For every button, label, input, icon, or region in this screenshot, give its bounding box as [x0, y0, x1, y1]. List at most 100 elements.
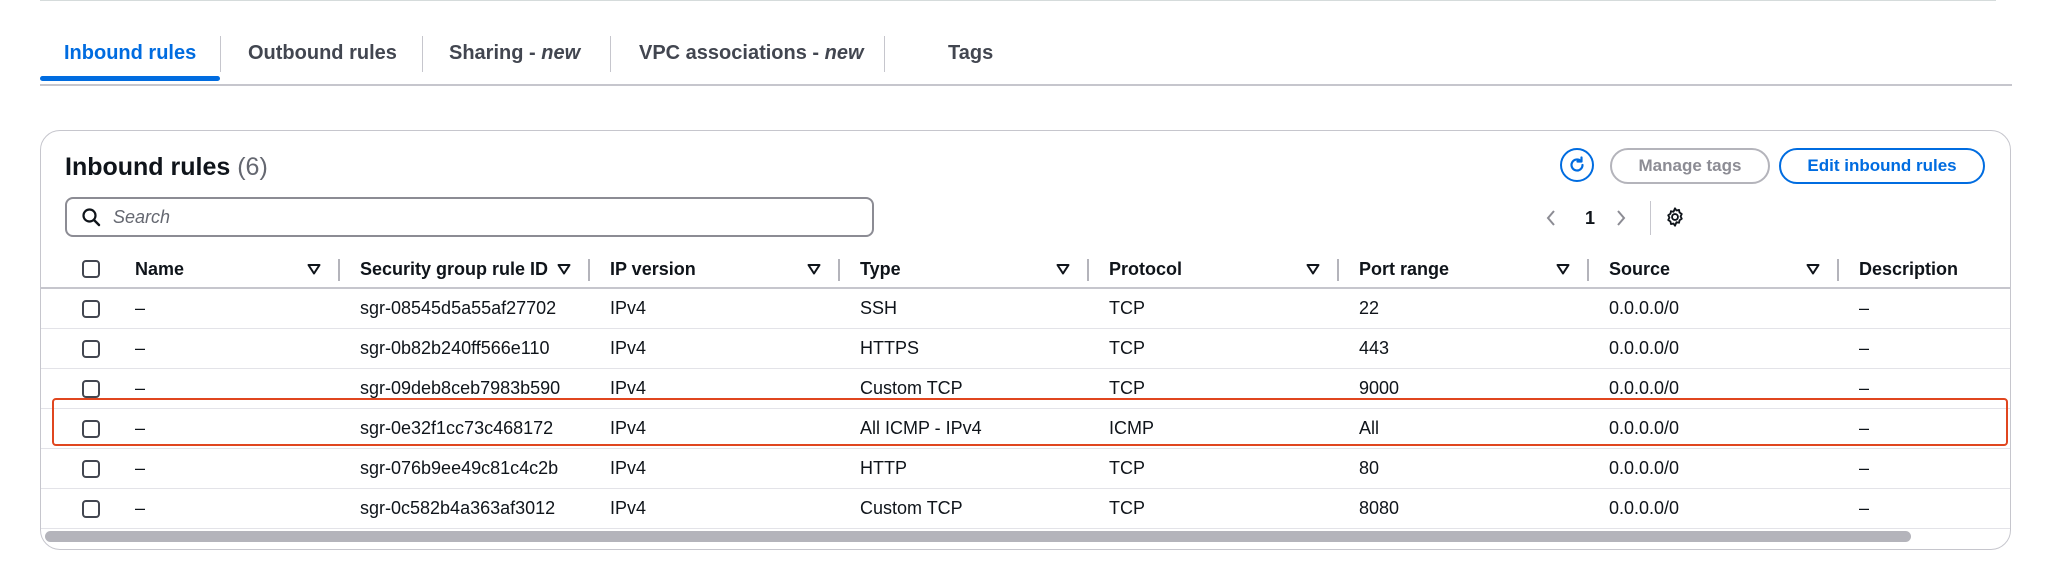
- cell-rule-id: sgr-08545d5a55af27702: [360, 298, 557, 318]
- search-field: [65, 197, 874, 237]
- pager-divider: [1650, 201, 1651, 235]
- table-row[interactable]: – sgr-0b82b240ff566e110 IPv4 HTTPS TCP 4…: [41, 329, 2010, 369]
- cell-port-range: 8080: [1359, 498, 1400, 518]
- column-resizer[interactable]: [1087, 259, 1089, 281]
- new-badge: new: [824, 42, 864, 64]
- row-checkbox[interactable]: [82, 419, 100, 438]
- column-header-source[interactable]: Source: [1609, 251, 1670, 287]
- row-checkbox[interactable]: [82, 339, 100, 358]
- cell-source: 0.0.0.0/0: [1609, 338, 1680, 358]
- table-row[interactable]: – sgr-0c582b4a363af3012 IPv4 Custom TCP …: [41, 489, 2010, 529]
- row-checkbox[interactable]: [82, 459, 100, 478]
- horizontal-scrollbar[interactable]: [45, 531, 1911, 542]
- cell-description: –: [1859, 498, 1870, 518]
- column-header-type[interactable]: Type: [860, 251, 901, 287]
- column-resizer[interactable]: [338, 259, 340, 281]
- tab-outbound-rules[interactable]: Outbound rules: [248, 42, 397, 65]
- tab-divider: [422, 36, 423, 72]
- sort-down-icon[interactable]: [557, 251, 571, 287]
- table-row[interactable]: – sgr-076b9ee49c81c4c2b IPv4 HTTP TCP 80…: [41, 449, 2010, 489]
- column-resizer[interactable]: [1837, 259, 1839, 281]
- cell-source: 0.0.0.0/0: [1609, 498, 1680, 518]
- column-header-name[interactable]: Name: [135, 251, 184, 287]
- refresh-button[interactable]: [1560, 148, 1594, 182]
- cell-ip-version: IPv4: [610, 338, 647, 358]
- column-header-rule-id[interactable]: Security group rule ID: [360, 251, 548, 287]
- cell-protocol: TCP: [1109, 378, 1145, 398]
- tab-bar: Inbound rules Outbound rules Sharing - n…: [40, 28, 2012, 86]
- tab-tags[interactable]: Tags: [948, 42, 993, 65]
- cell-ip-version: IPv4: [610, 418, 647, 438]
- cell-rule-id: sgr-09deb8ceb7983b590: [360, 378, 561, 398]
- tab-vpc-associations[interactable]: VPC associations - new: [639, 42, 864, 65]
- cell-source: 0.0.0.0/0: [1609, 458, 1680, 478]
- cell-type: All ICMP - IPv4: [860, 418, 982, 438]
- rule-count: (6): [237, 153, 268, 181]
- sort-down-icon[interactable]: [1556, 251, 1570, 287]
- cell-ip-version: IPv4: [610, 458, 647, 478]
- cell-description: –: [1859, 418, 1870, 438]
- cell-description: –: [1859, 298, 1870, 318]
- cell-type: SSH: [860, 298, 898, 318]
- manage-tags-button[interactable]: Manage tags: [1610, 148, 1770, 184]
- sort-down-icon[interactable]: [1306, 251, 1320, 287]
- sort-down-icon[interactable]: [807, 251, 821, 287]
- page-number[interactable]: 1: [1582, 203, 1598, 233]
- cell-type: Custom TCP: [860, 498, 963, 518]
- column-resizer[interactable]: [1337, 259, 1339, 281]
- cell-name: –: [135, 298, 146, 318]
- table-row[interactable]: – sgr-09deb8ceb7983b590 IPv4 Custom TCP …: [41, 369, 2010, 409]
- row-checkbox[interactable]: [82, 299, 100, 318]
- cell-protocol: TCP: [1109, 458, 1145, 478]
- column-header-port-range[interactable]: Port range: [1359, 251, 1449, 287]
- cell-protocol: TCP: [1109, 498, 1145, 518]
- table-row[interactable]: – sgr-0e32f1cc73c468172 IPv4 All ICMP - …: [41, 409, 2010, 449]
- cell-protocol: TCP: [1109, 338, 1145, 358]
- cell-ip-version: IPv4: [610, 298, 647, 318]
- column-resizer[interactable]: [838, 259, 840, 281]
- sort-down-icon[interactable]: [307, 251, 321, 287]
- row-checkbox[interactable]: [82, 499, 100, 518]
- cell-port-range: All: [1359, 418, 1380, 438]
- cell-source: 0.0.0.0/0: [1609, 298, 1680, 318]
- sort-down-icon[interactable]: [1806, 251, 1820, 287]
- column-header-description[interactable]: Description: [1859, 251, 1958, 287]
- cell-name: –: [135, 498, 146, 518]
- select-all-checkbox[interactable]: [82, 260, 100, 278]
- cell-rule-id: sgr-0c582b4a363af3012: [360, 498, 556, 518]
- cell-description: –: [1859, 458, 1870, 478]
- edit-inbound-rules-button[interactable]: Edit inbound rules: [1779, 148, 1985, 184]
- search-icon: [81, 206, 103, 228]
- chevron-right-icon: [1617, 210, 1626, 226]
- top-divider: [40, 0, 1996, 1]
- cell-type: HTTP: [860, 458, 907, 478]
- column-resizer[interactable]: [1587, 259, 1589, 281]
- tab-divider: [610, 36, 611, 72]
- cell-name: –: [135, 338, 146, 358]
- tab-inbound-rules[interactable]: Inbound rules: [64, 42, 196, 65]
- column-header-ip-version[interactable]: IP version: [610, 251, 696, 287]
- panel-title: Inbound rules (6): [65, 153, 268, 181]
- cell-protocol: ICMP: [1109, 418, 1154, 438]
- table-row[interactable]: – sgr-08545d5a55af27702 IPv4 SSH TCP 22 …: [41, 289, 2010, 329]
- cell-ip-version: IPv4: [610, 498, 647, 518]
- refresh-icon: [1570, 156, 1584, 172]
- cell-description: –: [1859, 378, 1870, 398]
- tab-sharing[interactable]: Sharing - new: [449, 42, 580, 65]
- active-tab-indicator: [40, 76, 220, 81]
- cell-port-range: 80: [1359, 458, 1380, 478]
- table-settings-button[interactable]: [1662, 204, 1688, 230]
- next-page-button[interactable]: [1609, 203, 1633, 233]
- cell-source: 0.0.0.0/0: [1609, 378, 1680, 398]
- cell-rule-id: sgr-076b9ee49c81c4c2b: [360, 458, 559, 478]
- cell-description: –: [1859, 338, 1870, 358]
- cell-type: HTTPS: [860, 338, 920, 358]
- gear-icon: [1667, 207, 1683, 227]
- column-resizer[interactable]: [588, 259, 590, 281]
- search-input[interactable]: [111, 205, 835, 229]
- row-checkbox[interactable]: [82, 379, 100, 398]
- cell-port-range: 9000: [1359, 378, 1400, 398]
- previous-page-button[interactable]: [1539, 203, 1563, 233]
- column-header-protocol[interactable]: Protocol: [1109, 251, 1182, 287]
- sort-down-icon[interactable]: [1056, 251, 1070, 287]
